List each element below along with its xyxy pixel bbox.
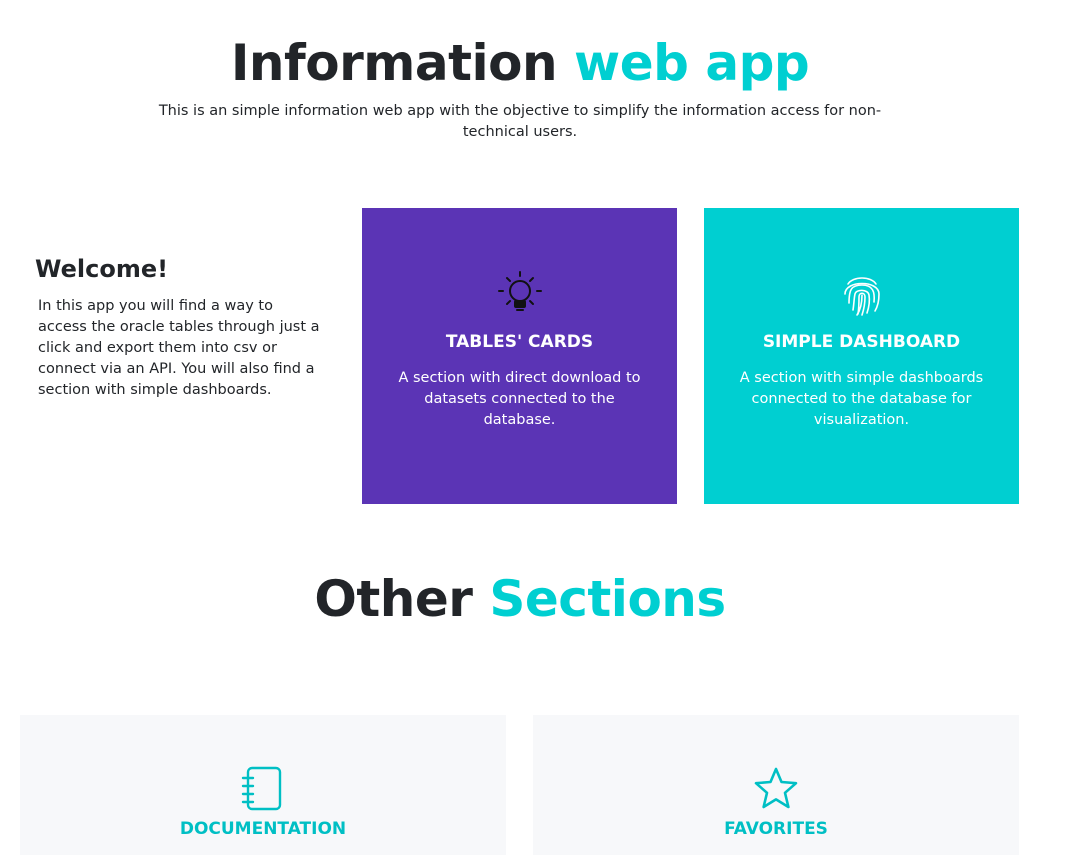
card-description: A section with simple dashboards connect…: [739, 370, 984, 428]
favorites-label: FAVORITES: [724, 819, 828, 839]
card-title: TABLES' CARDS: [445, 332, 594, 352]
lightbulb-icon: [362, 270, 677, 318]
welcome-title: Welcome!: [35, 255, 169, 283]
other-sections-title-accent: Sections: [489, 570, 726, 628]
page-title: Information web app: [0, 30, 1040, 96]
fingerprint-icon: [704, 270, 1019, 318]
documentation-section[interactable]: DOCUMENTATION: [20, 715, 506, 855]
star-icon: [533, 765, 1019, 813]
tables-cards-card[interactable]: TABLES' CARDS A section with direct down…: [362, 208, 677, 504]
notebook-icon: [20, 765, 506, 813]
other-sections-title-main: Other: [314, 570, 473, 628]
documentation-label: DOCUMENTATION: [179, 819, 347, 839]
page-title-main: Information: [230, 34, 558, 92]
other-sections-title: Other Sections: [0, 566, 1040, 632]
welcome-text: In this app you will find a way to acces…: [38, 298, 320, 398]
page-title-accent: web app: [574, 34, 810, 92]
favorites-section[interactable]: FAVORITES: [533, 715, 1019, 855]
card-description: A section with direct download to datase…: [398, 370, 641, 428]
card-title: SIMPLE DASHBOARD: [762, 332, 961, 352]
page-subtitle: This is an simple information web app wi…: [158, 103, 882, 140]
simple-dashboard-card[interactable]: SIMPLE DASHBOARD A section with simple d…: [704, 208, 1019, 504]
